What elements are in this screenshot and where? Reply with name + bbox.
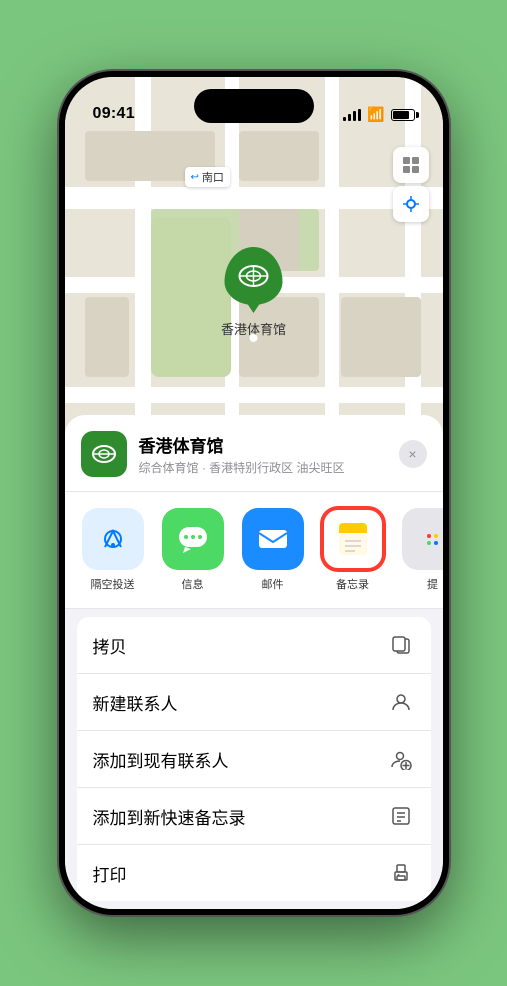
action-label-print: 打印 [93, 861, 127, 886]
bottom-sheet: 香港体育馆 综合体育馆 · 香港特别行政区 油尖旺区 × [65, 415, 443, 909]
airdrop-label: 隔空投送 [91, 576, 135, 592]
status-icons: 📶 [343, 106, 414, 123]
pin-circle [224, 247, 282, 305]
person-add-icon [387, 745, 415, 773]
share-item-airdrop[interactable]: 隔空投送 [77, 508, 149, 592]
dynamic-island [194, 89, 314, 123]
stadium-pin[interactable]: 香港体育馆 [221, 247, 286, 338]
location-header: 香港体育馆 综合体育馆 · 香港特别行政区 油尖旺区 × [65, 415, 443, 492]
airdrop-icon-wrap [82, 508, 144, 570]
map-label-direction: ↩ [191, 172, 199, 183]
share-item-notes[interactable]: 备忘录 [317, 508, 389, 592]
location-logo [81, 431, 127, 477]
map-type-button[interactable] [393, 147, 429, 183]
more-icon-wrap [402, 508, 443, 570]
pin-dot [249, 334, 257, 342]
map-label-tag: ↩ 南口 [185, 167, 230, 187]
mail-label: 邮件 [262, 576, 284, 592]
share-row: 隔空投送 信息 [65, 492, 443, 609]
share-item-mail[interactable]: 邮件 [237, 508, 309, 592]
map-label-text: 南口 [202, 169, 224, 185]
notes-label: 备忘录 [336, 576, 369, 592]
action-label-add-contact: 添加到现有联系人 [93, 747, 229, 772]
action-list: 拷贝 新建联系人 [77, 617, 431, 901]
location-info: 香港体育馆 综合体育馆 · 香港特别行政区 油尖旺区 [139, 432, 387, 476]
phone-frame: 09:41 📶 [59, 71, 449, 915]
action-label-quick-note: 添加到新快速备忘录 [93, 804, 246, 829]
status-time: 09:41 [93, 105, 135, 123]
print-icon [387, 859, 415, 887]
map-controls [393, 147, 429, 222]
action-item-copy[interactable]: 拷贝 [77, 617, 431, 674]
messages-icon-wrap [162, 508, 224, 570]
copy-icon [387, 631, 415, 659]
more-label: 提 [427, 576, 438, 592]
person-icon [387, 688, 415, 716]
action-item-quick-note[interactable]: 添加到新快速备忘录 [77, 788, 431, 845]
share-item-messages[interactable]: 信息 [157, 508, 229, 592]
action-label-copy: 拷贝 [93, 633, 127, 658]
action-label-new-contact: 新建联系人 [93, 690, 178, 715]
location-desc: 综合体育馆 · 香港特别行政区 油尖旺区 [139, 459, 387, 476]
close-button[interactable]: × [399, 440, 427, 468]
phone-screen: 09:41 📶 [65, 77, 443, 909]
notes-icon-wrap [322, 508, 384, 570]
action-item-print[interactable]: 打印 [77, 845, 431, 901]
note-icon [387, 802, 415, 830]
action-item-new-contact[interactable]: 新建联系人 [77, 674, 431, 731]
location-button[interactable] [393, 186, 429, 222]
messages-label: 信息 [182, 576, 204, 592]
action-item-add-contact[interactable]: 添加到现有联系人 [77, 731, 431, 788]
share-item-more[interactable]: 提 [397, 508, 443, 592]
wifi-icon: 📶 [367, 106, 384, 123]
signal-icon [343, 109, 361, 121]
battery-icon [391, 109, 415, 121]
location-name: 香港体育馆 [139, 432, 387, 457]
mail-icon-wrap [242, 508, 304, 570]
